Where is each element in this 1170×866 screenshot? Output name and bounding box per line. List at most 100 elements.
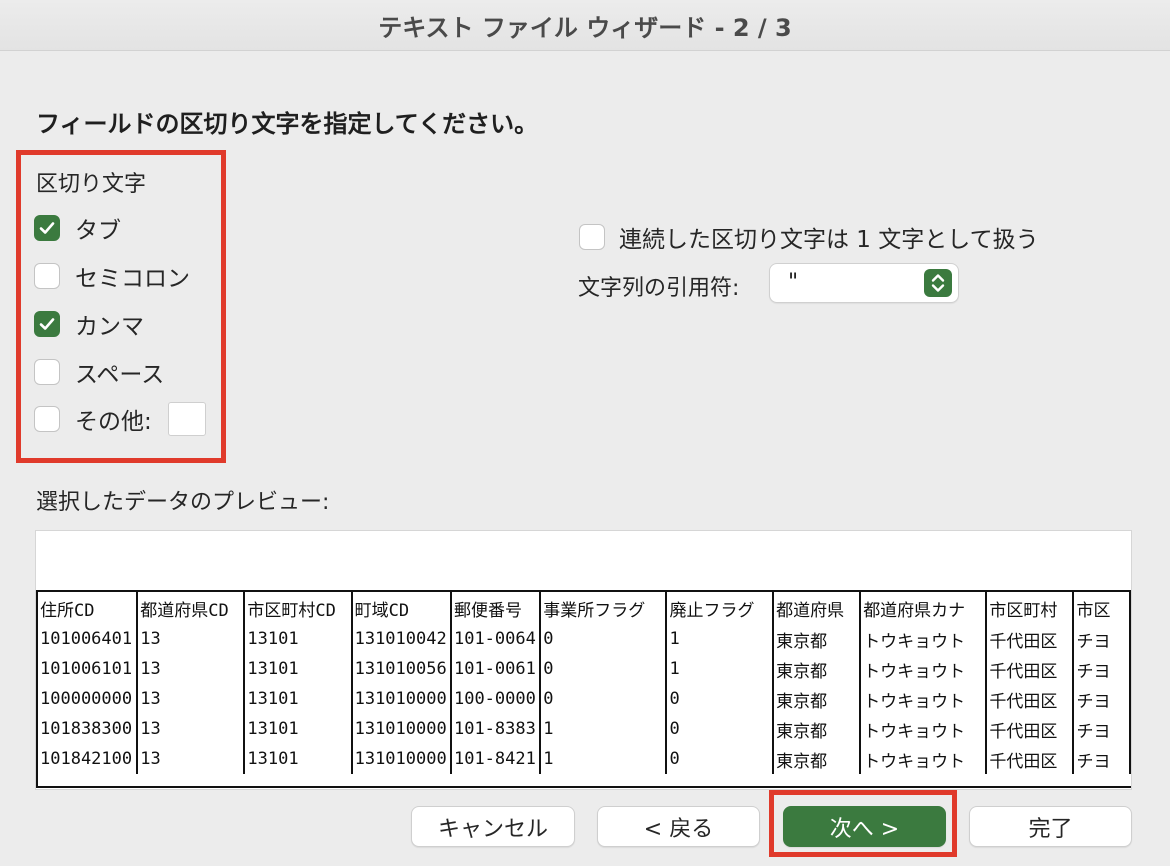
preview-cell: 0 <box>540 624 668 654</box>
preview-header-cell: 都道府県 <box>773 592 862 624</box>
preview-cell: チヨ <box>1073 744 1131 774</box>
preview-cell: トウキョウト <box>860 654 988 684</box>
semicolon-label: セミコロン <box>75 266 190 292</box>
next-button-highlight-box <box>769 790 957 857</box>
preview-cell: 101006101 <box>38 654 139 684</box>
preview-header-cell: 事業所フラグ <box>540 592 668 624</box>
preview-cell: トウキョウト <box>860 624 988 654</box>
preview-cell: 千代田区 <box>986 714 1075 744</box>
preview-cell: 101-0064 <box>450 624 542 654</box>
preview-cell: 131010000 <box>351 744 452 774</box>
preview-cell: 1 <box>666 624 775 654</box>
preview-cell: 13101 <box>244 654 353 684</box>
checkmark-icon <box>39 222 55 234</box>
other-checkbox[interactable] <box>34 406 60 432</box>
preview-cell: 東京都 <box>773 624 862 654</box>
preview-cell: 13101 <box>244 714 353 744</box>
preview-header-cell: 市区 <box>1073 592 1131 624</box>
preview-cell: 0 <box>666 744 775 774</box>
data-preview-table[interactable]: 住所CD 都道府県CD 市区町村CD 町域CD 郵便番号 事業所フラグ 廃止フラグ 都道府県都… <box>36 590 1131 788</box>
preview-header-cell: 都道府県CD <box>137 592 246 624</box>
preview-header-cell: 市区町村CD <box>244 592 353 624</box>
preview-header-cell: 市区町村 <box>986 592 1075 624</box>
space-label: スペース <box>75 362 165 388</box>
preview-cell: 13101 <box>244 624 353 654</box>
window-titlebar: テキスト ファイル ウィザード - 2 / 3 <box>0 0 1170 51</box>
preview-cell: 0 <box>540 684 668 714</box>
preview-cell: 13 <box>137 714 246 744</box>
preview-row: 101006401 13 13101 131010042 101-0064 0 1 東京都 トウ… <box>38 624 1131 654</box>
finish-button[interactable]: 完了 <box>969 806 1132 847</box>
checkmark-icon <box>39 318 55 330</box>
text-qualifier-select[interactable]: " <box>769 263 959 303</box>
preview-cell: 千代田区 <box>986 654 1075 684</box>
preview-cell: 千代田区 <box>986 744 1075 774</box>
preview-cell: 1 <box>540 714 668 744</box>
preview-cell: 13101 <box>244 744 353 774</box>
space-checkbox[interactable] <box>34 359 60 385</box>
consecutive-delimiters-option[interactable]: 連続した区切り文字は 1 文字として扱う <box>579 220 1039 254</box>
window-title: テキスト ファイル ウィザード - 2 / 3 <box>378 13 792 42</box>
preview-cell: 131010000 <box>351 684 452 714</box>
preview-header-cell: 住所CD <box>38 592 139 624</box>
tab-delimiter-option[interactable]: タブ <box>34 212 121 244</box>
preview-cell: 101842100 <box>38 744 139 774</box>
back-button[interactable]: < 戻る <box>597 806 760 847</box>
preview-header-cell: 郵便番号 <box>450 592 542 624</box>
preview-cell: チヨ <box>1073 654 1131 684</box>
preview-cell: 101-8383 <box>450 714 542 744</box>
preview-label: 選択したデータのプレビュー: <box>36 490 330 515</box>
instruction-heading: フィールドの区切り文字を指定してください。 <box>36 110 539 138</box>
preview-cell: 0 <box>666 714 775 744</box>
text-qualifier-value: " <box>788 270 799 295</box>
semicolon-delimiter-option[interactable]: セミコロン <box>34 260 190 292</box>
comma-delimiter-option[interactable]: カンマ <box>34 308 144 340</box>
preview-cell: 101-0061 <box>450 654 542 684</box>
consecutive-label: 連続した区切り文字は 1 文字として扱う <box>619 227 1039 253</box>
preview-cell: 100000000 <box>38 684 139 714</box>
chevron-up-down-icon <box>924 269 952 297</box>
preview-cell: 東京都 <box>773 654 862 684</box>
preview-cell: 0 <box>540 654 668 684</box>
preview-cell: 13 <box>137 684 246 714</box>
semicolon-checkbox[interactable] <box>34 263 60 289</box>
preview-cell: トウキョウト <box>860 684 988 714</box>
preview-cell: 131010000 <box>351 714 452 744</box>
preview-cell: 0 <box>666 684 775 714</box>
preview-row: 101842100 13 13101 131010000 101-8421 1 0 東京都 トウ… <box>38 744 1131 774</box>
preview-cell: 千代田区 <box>986 684 1075 714</box>
comma-checkbox[interactable] <box>34 311 60 337</box>
preview-cell: トウキョウト <box>860 714 988 744</box>
preview-cell: 東京都 <box>773 744 862 774</box>
preview-row: 101006101 13 13101 131010056 101-0061 0 1 東京都 トウ… <box>38 654 1131 684</box>
tab-label: タブ <box>75 218 121 244</box>
preview-row: 101838300 13 13101 131010000 101-8383 1 0 東京都 トウ… <box>38 714 1131 744</box>
preview-cell: 101-8421 <box>450 744 542 774</box>
preview-cell: 131010056 <box>351 654 452 684</box>
other-delimiter-option[interactable]: その他: <box>34 402 206 436</box>
tab-checkbox[interactable] <box>34 215 60 241</box>
consecutive-checkbox[interactable] <box>579 224 605 250</box>
preview-header-cell: 廃止フラグ <box>666 592 775 624</box>
preview-cell: チヨ <box>1073 624 1131 654</box>
other-label: その他: <box>75 409 152 435</box>
preview-cell: 131010042 <box>351 624 452 654</box>
preview-cell: 13 <box>137 654 246 684</box>
preview-cell: 東京都 <box>773 714 862 744</box>
preview-row: 100000000 13 13101 131010000 100-0000 0 0 東京都 トウ… <box>38 684 1131 714</box>
space-delimiter-option[interactable]: スペース <box>34 356 164 388</box>
preview-cell: 1 <box>540 744 668 774</box>
other-delimiter-input[interactable] <box>167 402 206 436</box>
preview-cell: 101006401 <box>38 624 139 654</box>
preview-cell: チヨ <box>1073 714 1131 744</box>
preview-grid: 住所CD 都道府県CD 市区町村CD 町域CD 郵便番号 事業所フラグ 廃止フラグ 都道府県都… <box>38 592 1131 774</box>
preview-cell: チヨ <box>1073 684 1131 714</box>
preview-cell: 1 <box>666 654 775 684</box>
preview-cell: 13101 <box>244 684 353 714</box>
preview-cell: トウキョウト <box>860 744 988 774</box>
preview-cell: 100-0000 <box>450 684 542 714</box>
cancel-button[interactable]: キャンセル <box>411 806 575 847</box>
comma-label: カンマ <box>75 314 144 340</box>
preview-cell: 東京都 <box>773 684 862 714</box>
preview-header-row: 住所CD 都道府県CD 市区町村CD 町域CD 郵便番号 事業所フラグ 廃止フラグ 都道府県都… <box>38 592 1131 624</box>
